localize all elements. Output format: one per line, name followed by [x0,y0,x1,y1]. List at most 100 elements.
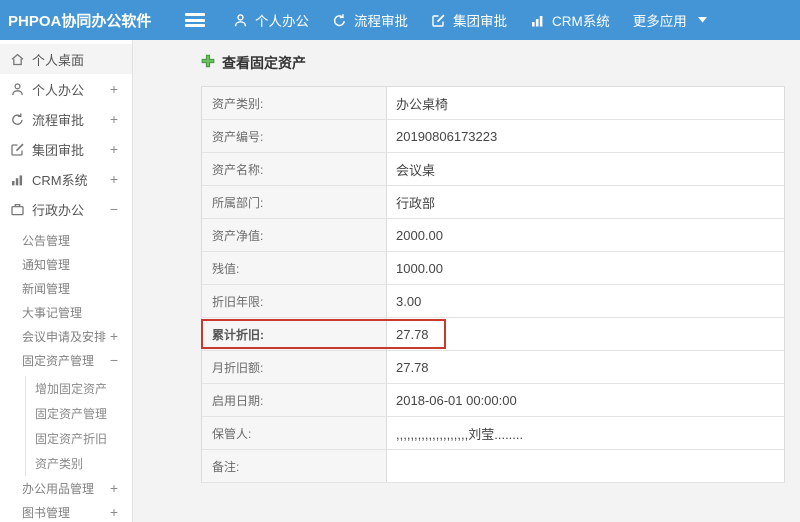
sidebar-item-label: 办公用品管理 [22,481,95,496]
asset-detail-table: 资产类别: 办公桌椅 资产编号: 20190806173223 资产名称: 会议… [201,86,785,483]
table-row-asset-category: 资产类别: 办公桌椅 [202,87,785,120]
row-label: 折旧年限: [202,285,387,318]
table-row-net-value: 资产净值: 2000.00 [202,219,785,252]
sidebar-item-fixed-asset-depreciation[interactable]: 固定资产折旧 [26,426,132,451]
row-label: 月折旧额: [202,351,387,384]
row-label: 资产名称: [202,153,387,186]
nav-workflow-approval[interactable]: 流程审批 [332,10,408,30]
page-title-text: 查看固定资产 [222,55,306,71]
expand-toggle[interactable]: + [110,81,118,97]
fixed-assets-submenu: 增加固定资产 固定资产管理 固定资产折旧 资产类别 [25,376,132,476]
sidebar-item-label: 增加固定资产 [35,382,108,396]
sidebar-item-label: 固定资产管理 [22,353,95,368]
table-row-residual-value: 残值: 1000.00 [202,252,785,285]
bar-chart-icon [530,13,545,28]
nav-more-apps[interactable]: 更多应用 [633,10,707,30]
sidebar-item-label: 个人桌面 [32,52,85,68]
nav-crm-system[interactable]: CRM系统 [530,10,610,30]
app-logo[interactable]: PHPOA协同办公软件 [0,10,165,31]
sidebar-item-news-mgmt[interactable]: 新闻管理 [0,276,132,300]
row-value: 2018-06-01 00:00:00 [387,384,785,417]
sidebar-item-label: 固定资产折旧 [35,432,108,446]
expand-toggle[interactable]: + [110,171,118,187]
sidebar-item-asset-category[interactable]: 资产类别 [26,451,132,476]
table-row-depreciation-years: 折旧年限: 3.00 [202,285,785,318]
briefcase-icon [10,202,25,217]
row-label: 启用日期: [202,384,387,417]
edit-icon [431,13,446,28]
row-value: 3.00 [387,285,785,318]
sidebar-item-meeting-request[interactable]: 会议申请及安排 + [0,324,132,348]
sidebar-item-workflow-approval[interactable]: 流程审批 + [0,104,132,134]
expand-toggle[interactable]: + [110,328,118,344]
table-row-start-date: 启用日期: 2018-06-01 00:00:00 [202,384,785,417]
row-label: 保管人: [202,417,387,450]
edit-icon [10,142,25,157]
sidebar-item-notice-mgmt[interactable]: 通知管理 [0,252,132,276]
sidebar-item-crm-system[interactable]: CRM系统 + [0,164,132,194]
table-row-remarks: 备注: [202,450,785,483]
collapse-toggle[interactable]: − [110,201,118,217]
row-value: 1000.00 [387,252,785,285]
sidebar-item-personal-desktop[interactable]: 个人桌面 [0,44,132,74]
row-value: 行政部 [387,186,785,219]
row-label: 累计折旧: [202,318,387,351]
sidebar-item-admin-office[interactable]: 行政办公 − [0,194,132,224]
expand-toggle[interactable]: + [110,111,118,127]
sidebar-item-announcement-mgmt[interactable]: 公告管理 [0,228,132,252]
table-row-asset-name: 资产名称: 会议桌 [202,153,785,186]
nav-label: 更多应用 [632,14,687,29]
hamburger-menu-icon[interactable] [185,13,205,27]
user-icon [10,82,25,97]
sidebar-item-label: 流程审批 [32,112,85,128]
nav-label: 流程审批 [354,14,408,29]
nav-personal-office[interactable]: 个人办公 [233,10,309,30]
main-content: 查看固定资产 资产类别: 办公桌椅 资产编号: 20190806173223 资… [133,40,800,522]
row-value: 27.78 [387,351,785,384]
sidebar-item-personal-office[interactable]: 个人办公 + [0,74,132,104]
sidebar-item-label: 会议申请及安排 [22,329,107,344]
user-icon [233,13,248,28]
row-value: 27.78 [387,318,785,351]
table-row-custodian: 保管人: ,,,,,,,,,,,,,,,,,,,,刘莹........ [202,417,785,450]
row-label: 残值: [202,252,387,285]
nav-group-approval[interactable]: 集团审批 [431,10,507,30]
green-plus-icon [201,54,215,73]
sidebar-item-label: 个人办公 [32,82,85,98]
workflow-icon [332,13,347,28]
sidebar-item-label: 公告管理 [22,233,71,248]
sidebar-item-label: 固定资产管理 [35,407,108,421]
sidebar: 个人桌面 个人办公 + 流程审批 + 集团审批 + CRM系统 + 行政办公 −… [0,40,133,522]
sidebar-item-events-mgmt[interactable]: 大事记管理 [0,300,132,324]
expand-toggle[interactable]: + [110,504,118,520]
nav-label: CRM系统 [552,14,610,29]
sidebar-item-label: 大事记管理 [22,305,83,320]
sidebar-item-book-mgmt[interactable]: 图书管理 + [0,500,132,522]
sidebar-item-fixed-asset-manage[interactable]: 固定资产管理 [26,401,132,426]
row-label: 资产编号: [202,120,387,153]
sidebar-item-add-fixed-asset[interactable]: 增加固定资产 [26,376,132,401]
table-row-department: 所属部门: 行政部 [202,186,785,219]
expand-toggle[interactable]: + [110,141,118,157]
row-value [387,450,785,483]
topbar: PHPOA协同办公软件 个人办公 流程审批 集团审批 CRM系统 更多应用 [0,0,800,40]
row-value: 20190806173223 [387,120,785,153]
sidebar-item-office-supplies-mgmt[interactable]: 办公用品管理 + [0,476,132,500]
sidebar-item-label: 资产类别 [35,457,84,471]
table-row-monthly-depreciation: 月折旧额: 27.78 [202,351,785,384]
nav-label: 个人办公 [255,14,309,29]
sidebar-item-group-approval[interactable]: 集团审批 + [0,134,132,164]
nav-label: 集团审批 [453,14,507,29]
sidebar-item-fixed-assets-mgmt[interactable]: 固定资产管理 − [0,348,132,372]
page-title: 查看固定资产 [201,50,788,76]
caret-down-icon [697,17,707,23]
row-value: 2000.00 [387,219,785,252]
row-value: ,,,,,,,,,,,,,,,,,,,,刘莹........ [387,417,785,450]
app-window: PHPOA协同办公软件 个人办公 流程审批 集团审批 CRM系统 更多应用 个人… [0,0,800,522]
table-row-asset-number: 资产编号: 20190806173223 [202,120,785,153]
expand-toggle[interactable]: + [110,480,118,496]
collapse-toggle[interactable]: − [110,352,118,368]
sidebar-item-label: 图书管理 [22,505,71,520]
sidebar-item-label: CRM系统 [32,172,88,188]
sidebar-item-label: 新闻管理 [22,281,71,296]
